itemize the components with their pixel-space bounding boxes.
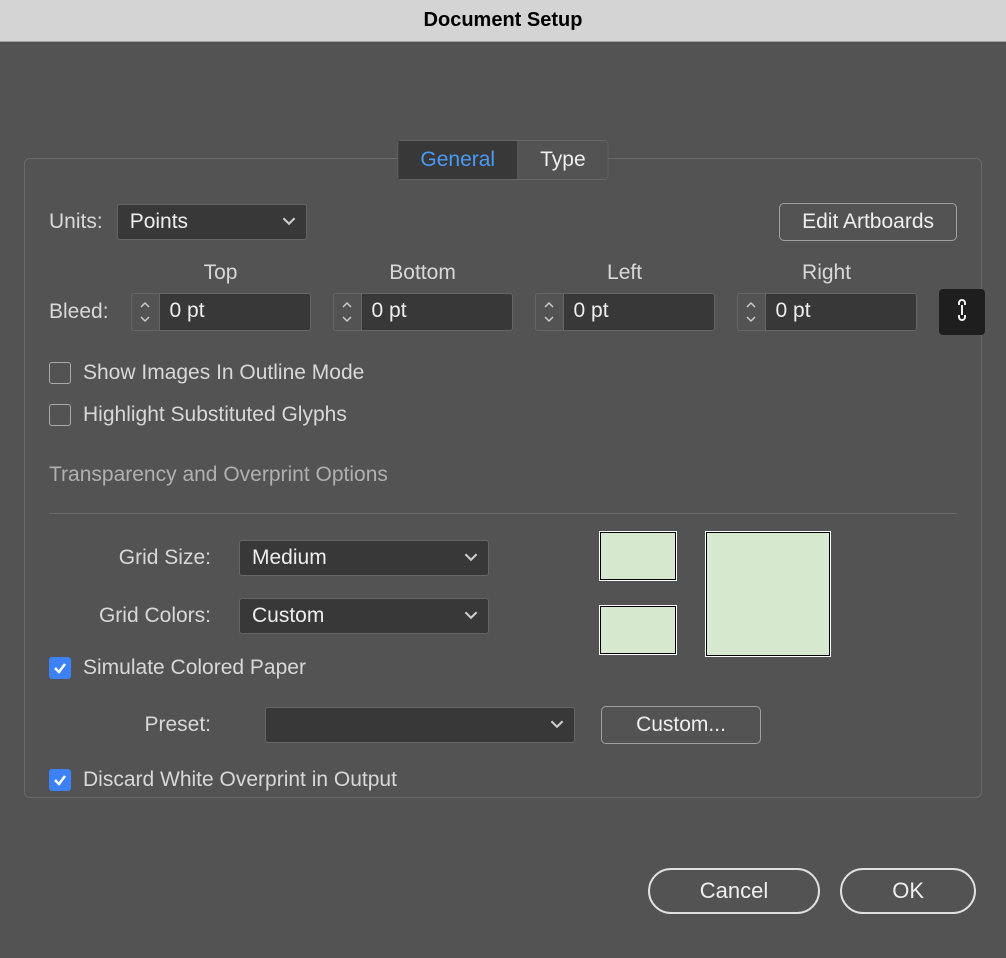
bleed-col-left: Left (535, 261, 715, 285)
bleed-right-input[interactable]: 0 pt (765, 293, 917, 331)
grid-size-label: Grid Size: (49, 546, 225, 570)
dialog-footer: Cancel OK (648, 868, 976, 914)
cancel-button[interactable]: Cancel (648, 868, 820, 914)
bleed-right-stepper[interactable] (737, 293, 765, 331)
window-title-text: Document Setup (424, 9, 583, 32)
grid-colors-value: Custom (252, 604, 324, 628)
tab-general[interactable]: General (398, 141, 518, 179)
ok-button[interactable]: OK (840, 868, 976, 914)
bleed-left-input[interactable]: 0 pt (563, 293, 715, 331)
bleed-top-input[interactable]: 0 pt (159, 293, 311, 331)
transparency-section-title: Transparency and Overprint Options (49, 463, 957, 487)
chevron-down-icon (282, 210, 296, 234)
bleed-bottom-input[interactable]: 0 pt (361, 293, 513, 331)
outline-mode-checkbox[interactable] (49, 362, 71, 384)
bleed-right-field[interactable]: 0 pt (737, 293, 917, 331)
discard-white-checkbox[interactable] (49, 769, 71, 791)
grid-colors-select[interactable]: Custom (239, 598, 489, 634)
dialog-body: General Type Units: Points Edit Artboard… (0, 42, 1006, 958)
units-value: Points (130, 210, 188, 234)
color-swatches (599, 531, 831, 657)
outline-mode-label: Show Images In Outline Mode (83, 361, 364, 385)
link-icon (952, 296, 972, 329)
tab-bar: General Type (397, 140, 608, 180)
highlight-glyphs-checkbox[interactable] (49, 404, 71, 426)
units-select[interactable]: Points (117, 204, 307, 240)
preset-custom-button[interactable]: Custom... (601, 706, 761, 744)
grid-color-swatch-2[interactable] (599, 605, 677, 655)
grid-size-value: Medium (252, 546, 327, 570)
preset-label: Preset: (49, 713, 225, 737)
paper-color-swatch[interactable] (705, 531, 831, 657)
bleed-col-top: Top (131, 261, 311, 285)
grid-color-swatch-1[interactable] (599, 531, 677, 581)
bleed-col-bottom: Bottom (333, 261, 513, 285)
simulate-paper-label: Simulate Colored Paper (83, 656, 306, 680)
bleed-top-field[interactable]: 0 pt (131, 293, 311, 331)
bleed-left-field[interactable]: 0 pt (535, 293, 715, 331)
window-title: Document Setup (0, 0, 1006, 42)
bleed-label: Bleed: (49, 300, 109, 324)
chevron-down-icon (464, 604, 478, 628)
simulate-paper-checkbox[interactable] (49, 657, 71, 679)
chevron-down-icon (464, 546, 478, 570)
grid-colors-label: Grid Colors: (49, 604, 225, 628)
units-label: Units: (49, 210, 103, 234)
bleed-section: Top Bottom Left Right Bleed: 0 pt 0 pt (49, 261, 957, 335)
discard-white-label: Discard White Overprint in Output (83, 768, 397, 792)
bleed-left-stepper[interactable] (535, 293, 563, 331)
bleed-link-toggle[interactable] (939, 289, 985, 335)
preset-select[interactable] (265, 707, 575, 743)
highlight-glyphs-label: Highlight Substituted Glyphs (83, 403, 347, 427)
bleed-col-right: Right (737, 261, 917, 285)
edit-artboards-button[interactable]: Edit Artboards (779, 203, 957, 241)
section-divider (49, 513, 957, 514)
general-panel: Units: Points Edit Artboards Top Bottom … (24, 158, 982, 798)
grid-size-select[interactable]: Medium (239, 540, 489, 576)
tab-type[interactable]: Type (518, 141, 608, 179)
bleed-bottom-field[interactable]: 0 pt (333, 293, 513, 331)
bleed-top-stepper[interactable] (131, 293, 159, 331)
chevron-down-icon (550, 713, 564, 737)
bleed-bottom-stepper[interactable] (333, 293, 361, 331)
